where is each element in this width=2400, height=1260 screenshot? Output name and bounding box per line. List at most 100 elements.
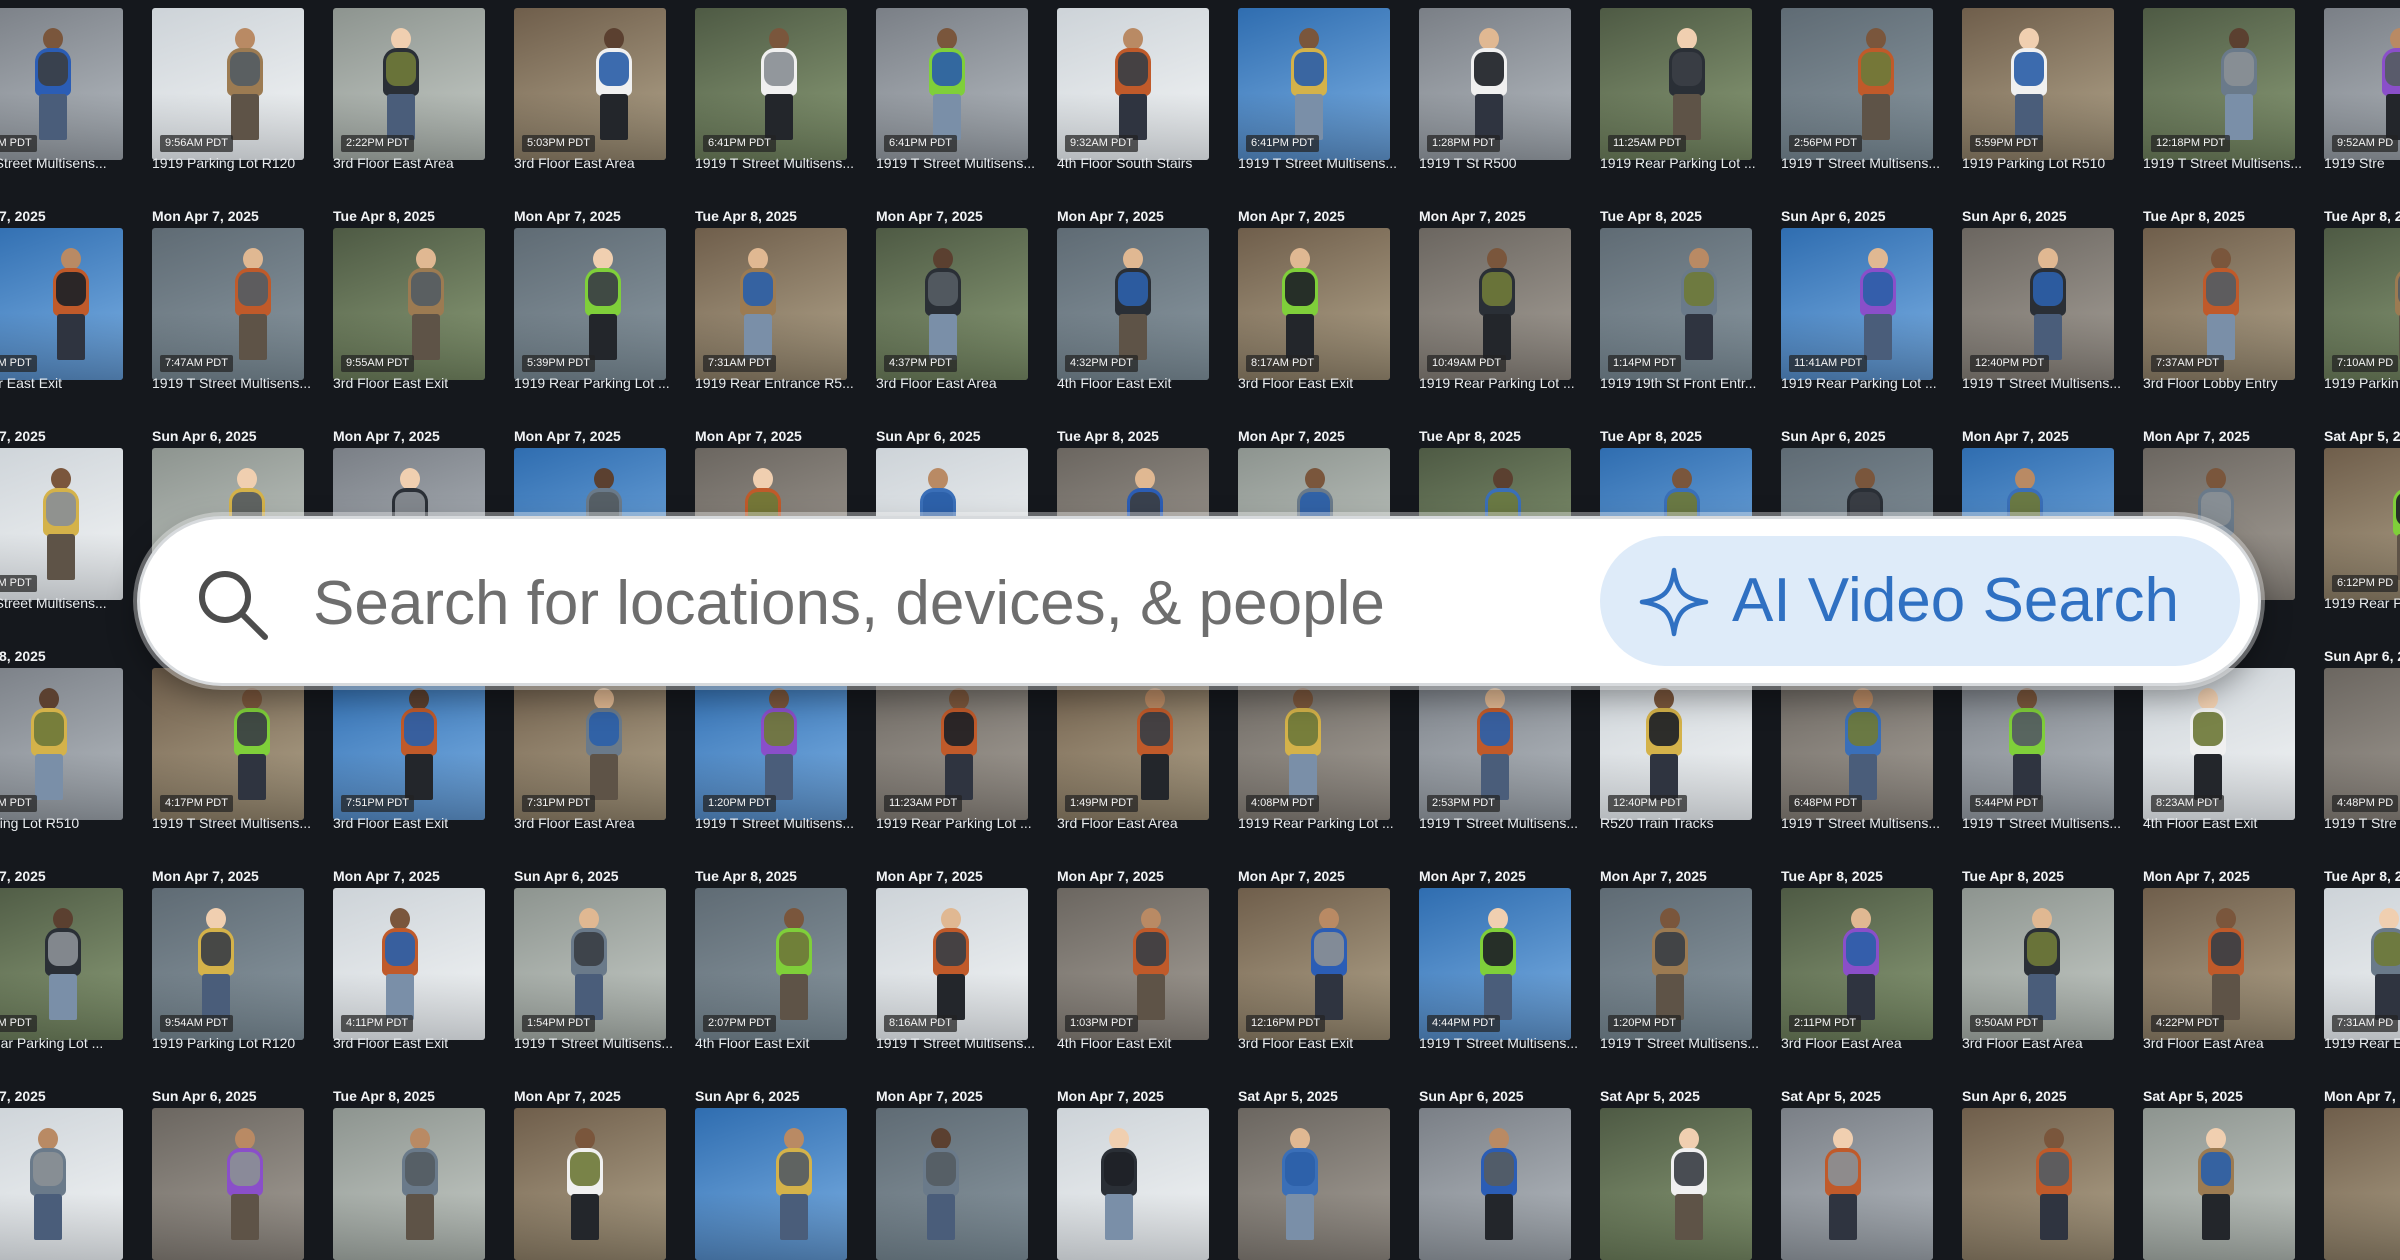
detection-thumbnail[interactable] (2143, 1108, 2295, 1260)
detection-thumbnail[interactable]: 1:14PM PDT (1600, 228, 1752, 380)
detection-thumbnail[interactable]: 6:48PM PDT (1781, 668, 1933, 820)
detection-thumbnail[interactable] (1781, 1108, 1933, 1260)
person-figure (24, 1126, 72, 1244)
detection-thumbnail[interactable]: 9:32AM PDT (1057, 8, 1209, 160)
camera-location: 3rd Floor East Area (2143, 1035, 2264, 1051)
detection-thumbnail[interactable]: 2:11PM PDT (1781, 888, 1933, 1040)
detection-thumbnail[interactable] (1419, 1108, 1571, 1260)
detection-thumbnail[interactable] (0, 1108, 123, 1260)
detection-thumbnail[interactable]: 1:28PM PDT (1419, 8, 1571, 160)
detection-thumbnail[interactable]: 2:56PM PDT (1781, 8, 1933, 160)
detection-thumbnail[interactable]: 12:40PM PDT (1962, 228, 2114, 380)
detection-thumbnail[interactable]: 8:16AM PDT (876, 888, 1028, 1040)
detection-thumbnail[interactable] (1600, 1108, 1752, 1260)
person-figure (2202, 906, 2250, 1024)
detection-thumbnail[interactable]: 1:20PM PDT (695, 668, 847, 820)
search-input[interactable]: Search for locations, devices, & people (313, 567, 1385, 641)
detection-thumbnail[interactable]: 11:23AM PDT (876, 668, 1028, 820)
person-figure (919, 246, 967, 364)
detection-thumbnail[interactable]: 6:12PM PD (2324, 448, 2400, 600)
detection-thumbnail[interactable]: 1:20PM PDT (1600, 888, 1752, 1040)
detection-thumbnail[interactable]: 4:37PM PDT (876, 228, 1028, 380)
detection-thumbnail[interactable]: 5PM PDT (0, 448, 123, 600)
detection-date: Tue Apr 8, 2025 (2143, 208, 2245, 224)
detection-thumbnail[interactable]: 1:49PM PDT (1057, 668, 1209, 820)
detection-thumbnail[interactable]: 1:54PM PDT (514, 888, 666, 1040)
camera-location: 1919 Parking Lot R510 (1962, 155, 2106, 171)
search-icon (199, 571, 268, 640)
timestamp-badge: 7:31AM PD (2332, 1015, 2399, 1032)
detection-thumbnail[interactable]: 4:08PM PDT (1238, 668, 1390, 820)
detection-thumbnail[interactable]: 7:47AM PDT (152, 228, 304, 380)
detection-thumbnail[interactable]: 12:16PM PDT (1238, 888, 1390, 1040)
detection-thumbnail[interactable]: 7:37AM PDT (2143, 228, 2295, 380)
detection-date: Sun Apr 6, 2 (2324, 648, 2400, 664)
camera-location: 1919 T Stre (2324, 815, 2397, 831)
detection-thumbnail[interactable]: 9:50AM PDT (1962, 888, 2114, 1040)
detection-thumbnail[interactable]: 4:17PM PDT (152, 668, 304, 820)
detection-thumbnail[interactable]: 5:59PM PDT (1962, 8, 2114, 160)
detection-thumbnail[interactable]: 4:48PM PD (2324, 668, 2400, 820)
timestamp-badge: 6:41PM PDT (703, 135, 776, 152)
detection-thumbnail[interactable]: 6:41PM PDT (876, 8, 1028, 160)
detection-thumbnail[interactable]: 10:49AM PDT (1419, 228, 1571, 380)
detection-thumbnail[interactable]: 5:39PM PDT (514, 228, 666, 380)
detection-thumbnail[interactable] (695, 1108, 847, 1260)
detection-thumbnail[interactable]: 0PM PDT (0, 8, 123, 160)
timestamp-badge: 6PM PDT (0, 1015, 37, 1032)
detection-thumbnail[interactable]: 11:41AM PDT (1781, 228, 1933, 380)
detection-thumbnail[interactable] (1238, 1108, 1390, 1260)
detection-thumbnail[interactable] (514, 1108, 666, 1260)
detection-thumbnail[interactable]: 4:22PM PDT (2143, 888, 2295, 1040)
detection-thumbnail[interactable]: 2:22PM PDT (333, 8, 485, 160)
ai-video-search-button[interactable]: AI Video Search (1600, 536, 2240, 666)
detection-thumbnail[interactable]: 5:44PM PDT (1962, 668, 2114, 820)
camera-location: 1919 T St R500 (1419, 155, 1517, 171)
person-figure (29, 26, 77, 144)
detection-thumbnail[interactable] (2324, 1108, 2400, 1260)
detection-thumbnail[interactable]: 6:41PM PDT (1238, 8, 1390, 160)
detection-thumbnail[interactable]: 2PM PDT (0, 668, 123, 820)
detection-thumbnail[interactable]: 9:52AM PD (2324, 8, 2400, 160)
detection-thumbnail[interactable]: 4:44PM PDT (1419, 888, 1571, 1040)
camera-location: 1919 Rear E (2324, 1035, 2400, 1051)
detection-thumbnail[interactable]: 1:03PM PDT (1057, 888, 1209, 1040)
detection-thumbnail[interactable]: 12:18PM PDT (2143, 8, 2295, 160)
detection-thumbnail[interactable] (876, 1108, 1028, 1260)
detection-thumbnail[interactable]: 8:17AM PDT (1238, 228, 1390, 380)
detection-thumbnail[interactable] (152, 1108, 304, 1260)
detection-thumbnail[interactable]: 9:54AM PDT (152, 888, 304, 1040)
timestamp-badge: 7:51PM PDT (341, 795, 414, 812)
detection-thumbnail[interactable]: 2:53PM PDT (1419, 668, 1571, 820)
detection-thumbnail[interactable]: 12:40PM PDT (1600, 668, 1752, 820)
detection-thumbnail[interactable]: 2:07PM PDT (695, 888, 847, 1040)
detection-thumbnail[interactable]: 4:32PM PDT (1057, 228, 1209, 380)
camera-location: 3rd Floor East Area (1781, 1035, 1902, 1051)
search-bar[interactable]: Search for locations, devices, & people … (137, 516, 2261, 686)
detection-thumbnail[interactable]: 7:31PM PDT (514, 668, 666, 820)
camera-location: 3rd Floor East Area (1962, 1035, 2083, 1051)
detection-thumbnail[interactable]: 4:11PM PDT (333, 888, 485, 1040)
detection-thumbnail[interactable] (1962, 1108, 2114, 1260)
detection-thumbnail[interactable]: 8:23AM PDT (2143, 668, 2295, 820)
detection-thumbnail[interactable]: 5:03PM PDT (514, 8, 666, 160)
detection-thumbnail[interactable]: 7:31AM PD (2324, 888, 2400, 1040)
timestamp-badge: 12:18PM PDT (2151, 135, 2231, 152)
detection-thumbnail[interactable]: 9:56AM PDT (152, 8, 304, 160)
timestamp-badge: 2PM PDT (0, 795, 37, 812)
person-figure (1109, 246, 1157, 364)
detection-thumbnail[interactable] (333, 1108, 485, 1260)
detection-thumbnail[interactable]: 9:55AM PDT (333, 228, 485, 380)
person-figure (395, 686, 443, 804)
detection-thumbnail[interactable]: 3PM PDT (0, 228, 123, 380)
person-figure (37, 466, 85, 584)
detection-thumbnail[interactable]: 7:10AM PD (2324, 228, 2400, 380)
detection-thumbnail[interactable]: 7:31AM PDT (695, 228, 847, 380)
detection-thumbnail[interactable]: 6PM PDT (0, 888, 123, 1040)
detection-thumbnail[interactable] (1057, 1108, 1209, 1260)
timestamp-badge: 12:40PM PDT (1608, 795, 1688, 812)
detection-thumbnail[interactable]: 11:25AM PDT (1600, 8, 1752, 160)
detection-thumbnail[interactable]: 7:51PM PDT (333, 668, 485, 820)
detection-thumbnail[interactable]: 6:41PM PDT (695, 8, 847, 160)
person-figure (2396, 686, 2400, 804)
